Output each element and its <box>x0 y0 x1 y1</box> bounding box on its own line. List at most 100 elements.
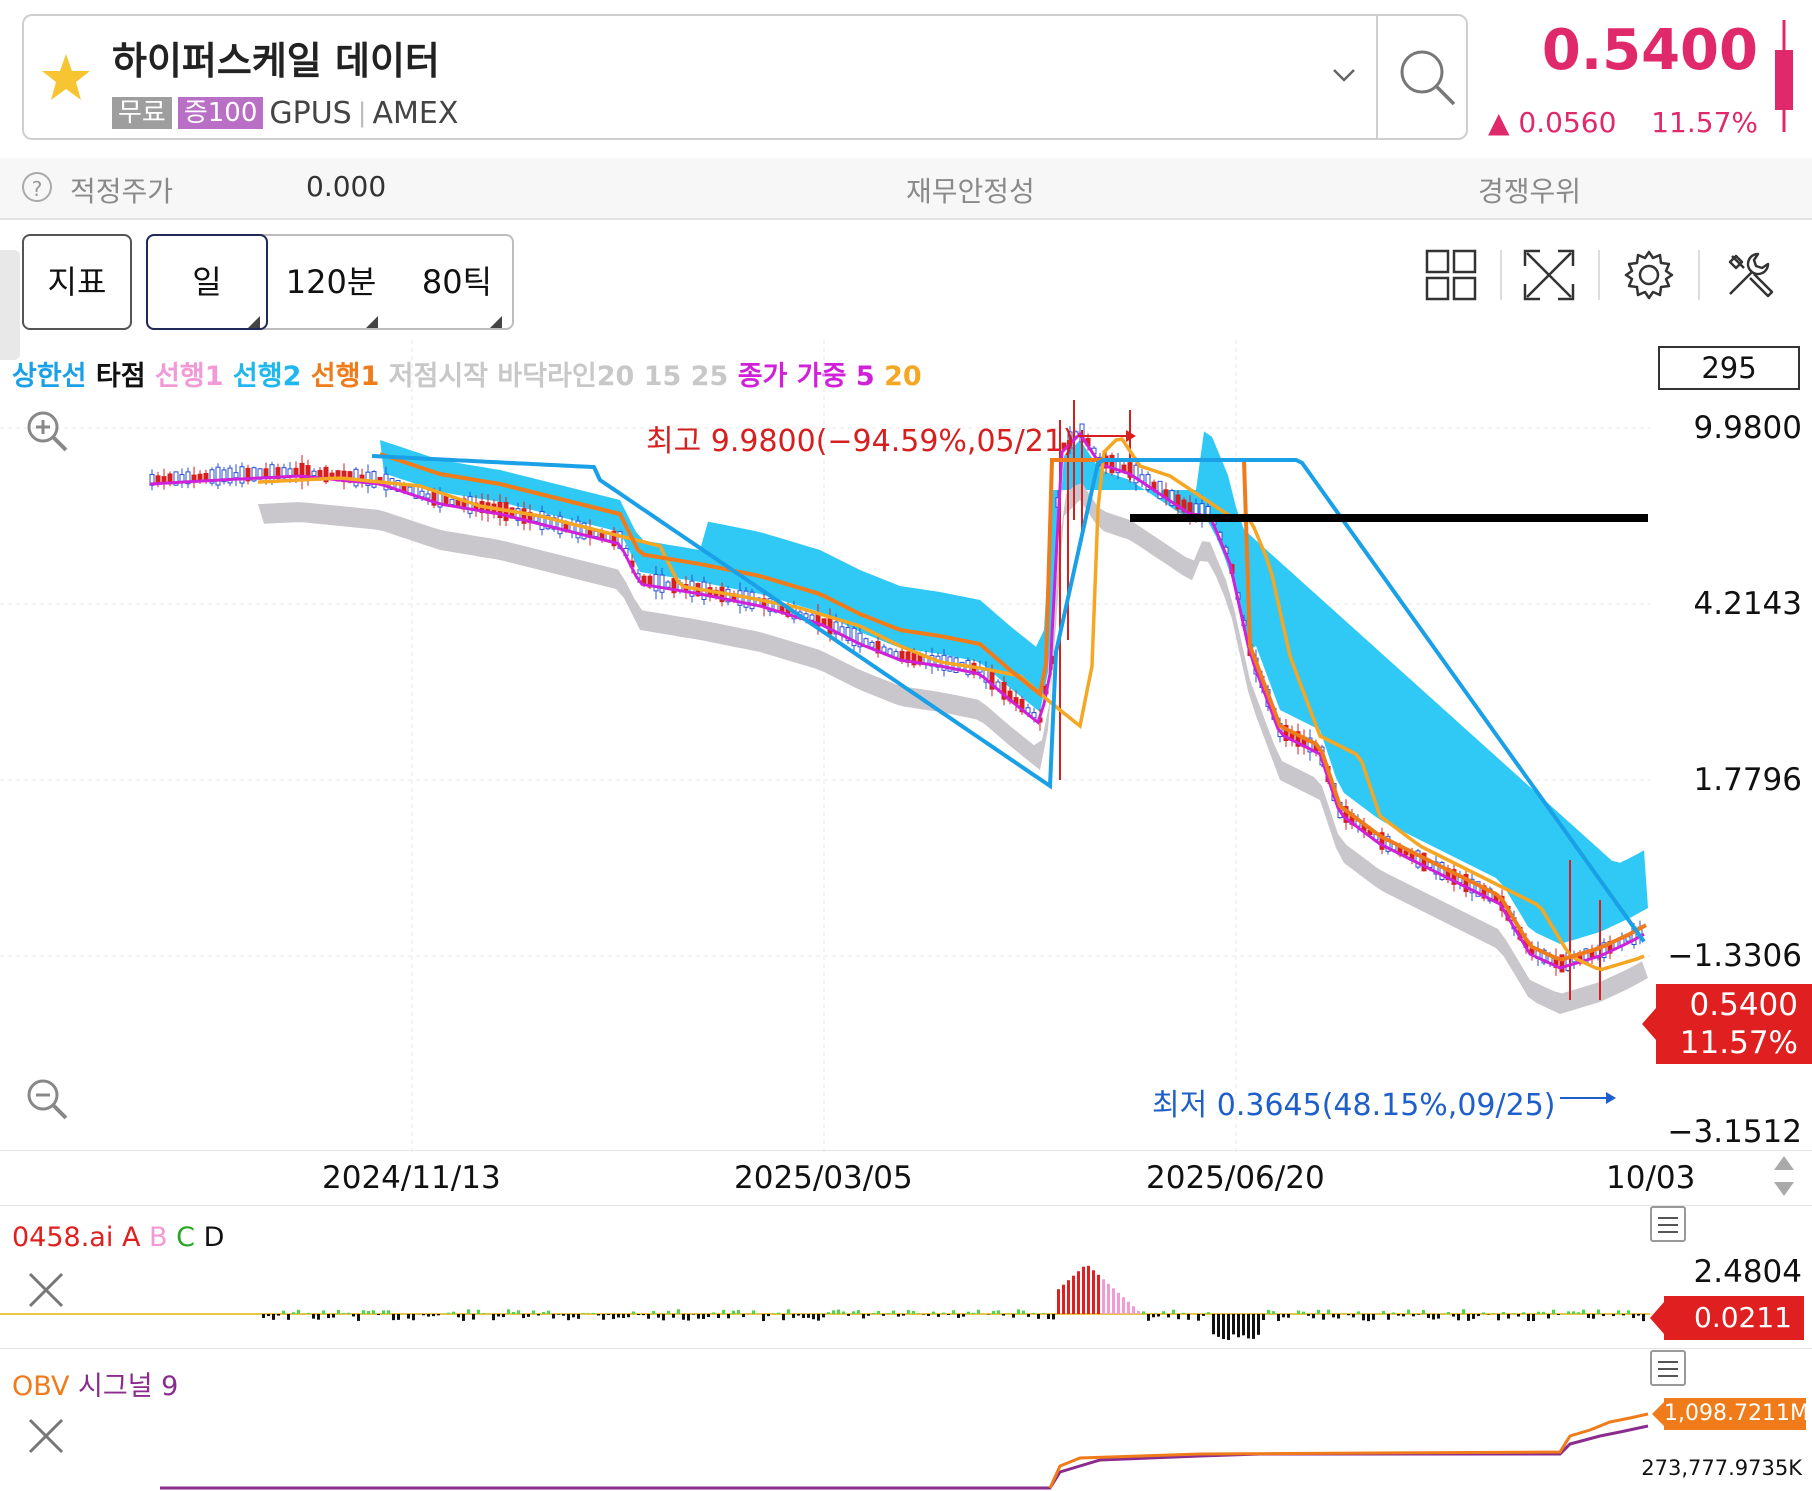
histogram-bar <box>1087 1265 1090 1314</box>
price-change: ▲ 0.0560 <box>1488 106 1617 139</box>
histogram-bar <box>957 1314 960 1318</box>
competitive-advantage-label[interactable]: 경쟁우위 <box>1478 170 1581 210</box>
candle-body <box>353 468 359 487</box>
tools-icon[interactable] <box>1722 248 1776 302</box>
histogram-bar <box>1042 1313 1045 1314</box>
obv-name: OBV <box>12 1371 70 1402</box>
histogram-bar <box>1107 1283 1110 1314</box>
histogram-bar <box>1582 1309 1585 1314</box>
histogram-bar <box>912 1310 915 1314</box>
histogram-bar <box>472 1314 475 1320</box>
histogram-bar <box>1162 1311 1165 1314</box>
histogram-bar <box>1302 1311 1305 1314</box>
histogram-bar <box>647 1314 650 1319</box>
histogram-bar <box>812 1314 815 1320</box>
histogram-bar <box>262 1314 265 1318</box>
favorite-star-icon[interactable] <box>40 52 92 102</box>
histogram-bar <box>287 1314 290 1320</box>
histogram-bar <box>1402 1314 1405 1317</box>
fair-price-value: 0.000 <box>306 170 387 203</box>
obv-line-chart <box>160 1412 1649 1490</box>
histogram-bar <box>1497 1314 1500 1321</box>
histogram-bar <box>867 1314 870 1316</box>
histogram-bar <box>1432 1314 1435 1320</box>
histogram-bar <box>1117 1292 1120 1314</box>
histogram-bar <box>992 1311 995 1314</box>
histogram-bar <box>462 1314 465 1321</box>
histogram-bar <box>1522 1312 1525 1314</box>
x-axis-label: 2025/03/05 <box>734 1160 913 1196</box>
histogram-bar <box>1177 1314 1180 1320</box>
low-price-annotation: 최저 0.3645(48.15%,09/25) <box>1152 1088 1556 1123</box>
histogram-bar <box>1062 1284 1065 1314</box>
histogram-bar <box>1237 1314 1240 1338</box>
histogram-bar <box>1212 1314 1215 1335</box>
histogram-bar <box>1152 1314 1155 1318</box>
valuation-bar: ? 적정주가 0.000 재무안정성 경쟁우위 <box>0 158 1812 220</box>
obv-line <box>1048 1412 1649 1489</box>
histogram-bar <box>1517 1314 1520 1317</box>
candle-body <box>311 470 317 477</box>
histogram-bar <box>1227 1314 1230 1340</box>
histogram-bar <box>1642 1314 1645 1322</box>
stock-header: 하이퍼스케일 데이터 무료 증100 GPUS | AMEX <box>22 14 1468 140</box>
histogram-bar <box>1317 1309 1320 1314</box>
layout-grid-icon[interactable] <box>1424 248 1478 302</box>
tag-separator: | <box>357 98 367 128</box>
histogram-bar <box>522 1314 525 1319</box>
obv-panel-legend[interactable]: OBV 시그널 9 <box>12 1364 178 1403</box>
chevron-down-icon[interactable] <box>1324 56 1364 96</box>
y-axis-label: 4.2143 <box>1693 586 1802 622</box>
histogram-bar <box>1067 1280 1070 1314</box>
price-chart[interactable] <box>0 340 1650 1152</box>
visible-bar-count[interactable]: 295 <box>1658 346 1800 390</box>
histogram-bar <box>1482 1312 1485 1314</box>
histogram-bar <box>552 1314 555 1319</box>
ai-panel-legend[interactable]: 0458.ai A B C D <box>12 1222 224 1253</box>
zoom-out-icon[interactable] <box>24 1076 70 1122</box>
histogram-bar <box>602 1314 605 1320</box>
stock-tags: 무료 증100 GPUS | AMEX <box>112 96 458 131</box>
gear-icon[interactable] <box>1622 248 1676 302</box>
ai-panel-y-label: 2.4804 <box>1693 1254 1802 1290</box>
histogram-bar <box>592 1312 595 1314</box>
histogram-bar <box>1627 1310 1630 1314</box>
histogram-bar <box>1102 1279 1105 1314</box>
panel-menu-icon[interactable] <box>1650 1206 1686 1242</box>
obv-signal-line <box>160 1424 1649 1490</box>
histogram-bar <box>952 1310 955 1314</box>
histogram-bar <box>1372 1314 1375 1320</box>
divider <box>1598 250 1600 300</box>
histogram-bar <box>1617 1310 1620 1314</box>
current-price-tag: 0.5400 11.57% <box>1642 984 1812 1064</box>
help-icon[interactable]: ? <box>22 172 52 202</box>
histogram-bar <box>367 1310 370 1314</box>
histogram-bar <box>667 1310 670 1314</box>
histogram-bar <box>1567 1311 1570 1314</box>
financial-stability-label[interactable]: 재무안정성 <box>906 170 1035 210</box>
scroll-updown-icon[interactable] <box>1772 1154 1796 1198</box>
y-axis-label: 1.7796 <box>1693 762 1802 798</box>
histogram-bar <box>907 1309 910 1314</box>
indicator-button[interactable]: 지표 <box>22 234 132 330</box>
zoom-in-icon[interactable] <box>24 408 70 454</box>
histogram-bar <box>1017 1309 1020 1314</box>
histogram-bar <box>1407 1309 1410 1314</box>
histogram-bar <box>457 1314 460 1318</box>
histogram-bar <box>347 1312 350 1314</box>
histogram-bar <box>722 1309 725 1314</box>
histogram-bar <box>1552 1309 1555 1314</box>
fullscreen-icon[interactable] <box>1522 248 1576 302</box>
histogram-bar <box>727 1314 730 1319</box>
histogram-bar <box>1037 1314 1040 1319</box>
panel-menu-icon[interactable] <box>1650 1350 1686 1386</box>
stock-name[interactable]: 하이퍼스케일 데이터 <box>112 30 440 85</box>
fair-price-label[interactable]: 적정주가 <box>70 170 173 210</box>
x-axis-label: 10/03 <box>1606 1160 1696 1196</box>
histogram-bar <box>997 1310 1000 1314</box>
histogram-bar <box>512 1312 515 1314</box>
histogram-bar <box>1327 1309 1330 1314</box>
search-icon[interactable] <box>1392 42 1462 112</box>
histogram-bar <box>542 1312 545 1314</box>
histogram-bar <box>292 1312 295 1314</box>
